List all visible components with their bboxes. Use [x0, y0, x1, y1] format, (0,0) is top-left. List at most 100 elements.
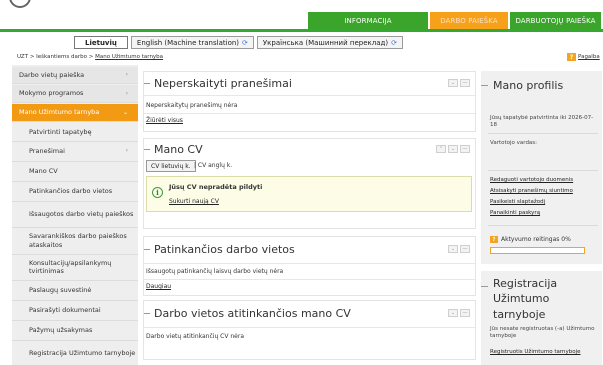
- more-link[interactable]: Daugiau: [146, 283, 171, 290]
- divider: [144, 263, 475, 264]
- machine-translation-icon: ⟳: [391, 38, 397, 47]
- sidebar-item-label: Darbo vietų paieška: [19, 70, 85, 79]
- cv-english-link[interactable]: | CV anglų k.: [194, 162, 232, 169]
- delete-account-link[interactable]: Panaikinti paskyrą: [490, 210, 540, 216]
- cv-alert: i Jūsų CV nepradėta pildyti Sukurti nauj…: [146, 176, 472, 212]
- sidebar-item-mokymo-programos[interactable]: Mokymo programos ›: [12, 85, 138, 103]
- tab-informacija[interactable]: INFORMACIJA: [308, 12, 428, 29]
- breadcrumb-level1[interactable]: Ieškantiems darbo: [36, 54, 87, 60]
- divider: [488, 170, 598, 171]
- panel-dash: [144, 248, 150, 250]
- breadcrumb-separator: >: [29, 54, 35, 60]
- sidebar-item-savarankiskos-ataskaitos[interactable]: Savarankiškos darbo paieškos ataskaitos: [12, 228, 138, 253]
- panel-controls: ⌄ —: [448, 245, 470, 253]
- help-label[interactable]: Pagalba: [578, 54, 600, 60]
- panel-dash: [144, 148, 150, 150]
- sidebar-item-label: Mano CV: [29, 166, 58, 175]
- breadcrumb-root[interactable]: UZT: [17, 54, 28, 60]
- unsubscribe-link[interactable]: Atsisakyti pranešimų siuntimo: [490, 188, 573, 194]
- empty-message: Neperskaitytų pranešimų nėra: [146, 102, 238, 109]
- panel-controls: ⌃ ⌄ —: [436, 145, 470, 153]
- sidebar-item-konsultaciju-tvirtinimas[interactable]: Konsultacijų/apsilankymų tvirtinimas: [12, 255, 138, 279]
- collapse-button[interactable]: ⌄: [448, 309, 458, 317]
- panel-header: Patinkančios darbo vietos ⌄ —: [144, 237, 475, 261]
- sidebar-item-patvirtinti-tapatybe[interactable]: Patvirtinti tapatybę: [12, 124, 138, 140]
- tab-darbuotoju-paieska[interactable]: DARBUOTOJŲ PAIEŠKA: [510, 12, 601, 29]
- collapse-button[interactable]: ⌄: [448, 245, 458, 253]
- sidebar-item-label: Mano Užimtumo tarnyba: [19, 108, 100, 117]
- panel-title: Registracija Užimtumo tarnyboje: [493, 277, 558, 321]
- edit-user-link[interactable]: Redaguoti vartotojo duomenis: [490, 177, 573, 183]
- panel-header: Mano profilis: [481, 71, 602, 99]
- register-link[interactable]: Registruotis Užimtumo tarnyboje: [490, 349, 581, 355]
- rating-label: Aktyvumo reitingas 0%: [501, 236, 571, 243]
- messages-panel: Neperskaityti pranešimai ⌄ — Neperskaity…: [143, 71, 476, 132]
- language-uk-button[interactable]: Українська (Машинний переклад) ⟳: [256, 36, 403, 49]
- panel-title: Patinkančios darbo vietos: [154, 242, 295, 256]
- divider: [144, 279, 475, 280]
- sidebar-item-issaugotos-paieskos[interactable]: Išsaugotos darbo vietų paieškos: [12, 202, 138, 226]
- sidebar-item-patinkancios-darbo-vietos[interactable]: Patinkančios darbo vietos: [12, 182, 138, 200]
- sidebar-item-label: Konsultacijų/apsilankymų tvirtinimas: [29, 258, 112, 275]
- close-button[interactable]: —: [460, 309, 470, 317]
- chevron-down-icon: ⌄: [122, 108, 128, 116]
- sidebar-item-label: Pažymų užsakymas: [29, 325, 93, 334]
- sidebar-item-paslaugu-suvestine[interactable]: Paslaugų suvestinė: [12, 281, 138, 299]
- breadcrumb: UZT > Ieškantiems darbo > Mano Užimtumo …: [17, 54, 163, 60]
- cv-panel: Mano CV ⌃ ⌄ — CV lietuvių k. | CV anglų …: [143, 138, 476, 229]
- divider: [144, 327, 475, 328]
- panel-header: Neperskaityti pranešimai ⌄ —: [144, 72, 475, 94]
- rating-progress-bar: [490, 247, 585, 254]
- panel-dash: [481, 286, 488, 287]
- language-en-button[interactable]: English (Machine translation) ⟳: [130, 36, 254, 49]
- activity-rating: ? Aktyvumo reitingas 0%: [490, 236, 571, 243]
- sidebar-item-darbo-vietu-paieska[interactable]: Darbo vietų paieška ›: [12, 67, 138, 84]
- help-icon: ?: [567, 53, 576, 61]
- sidebar-item-label: Pasirašyti dokumentai: [29, 305, 101, 314]
- registration-panel: Registracija Užimtumo tarnyboje Jūs nesa…: [481, 271, 602, 365]
- create-cv-link[interactable]: Sukurti naują CV: [169, 198, 219, 205]
- sidebar-item-label: Pranešimai: [29, 146, 65, 155]
- info-icon: i: [152, 187, 163, 198]
- profile-panel: Mano profilis Jūsų tapatybė patvirtinta …: [481, 71, 602, 264]
- close-button[interactable]: —: [460, 245, 470, 253]
- panel-title: Darbo vietos atitinkančios mano CV: [154, 306, 351, 320]
- identity-text: Jūsų tapatybė patvirtinta iki 2026-07-18: [490, 115, 594, 129]
- panel-header: Registracija Užimtumo tarnyboje: [481, 276, 602, 321]
- username-label: Vartotojo vardas:: [490, 140, 538, 146]
- change-password-link[interactable]: Pasikeisti slaptažodį: [490, 199, 545, 205]
- language-label: Українська (Машинний переклад): [262, 38, 389, 47]
- close-button[interactable]: —: [460, 145, 470, 153]
- sidebar-item-label: Išsaugotos darbo vietų paieškos: [29, 209, 134, 218]
- sidebar-item-registracija[interactable]: Registracija Užimtumo tarnyboje: [12, 341, 138, 365]
- sidebar-item-pazymu-uzsakymas[interactable]: Pažymų užsakymas: [12, 321, 138, 339]
- collapse-button[interactable]: ⌄: [448, 145, 458, 153]
- panel-title: Neperskaityti pranešimai: [154, 76, 292, 90]
- tab-darbo-paieska[interactable]: DARBO PAIEŠKA: [430, 12, 508, 29]
- breadcrumb-separator: >: [88, 54, 94, 60]
- sidebar-item-pranesimai[interactable]: Pranešimai ›: [12, 142, 138, 160]
- sidebar-item-label: Paslaugų suvestinė: [29, 285, 92, 294]
- collapse-button[interactable]: ⌄: [448, 79, 458, 87]
- breadcrumb-current[interactable]: Mano Užimtumo tarnyba: [95, 54, 163, 60]
- panel-title: Mano CV: [154, 142, 203, 156]
- logo[interactable]: [9, 0, 31, 8]
- registration-text: Jūs nesate registruotas (-a) Užimtumo ta…: [490, 326, 595, 340]
- sidebar-item-mano-cv[interactable]: Mano CV: [12, 162, 138, 180]
- header-divider: [0, 29, 603, 32]
- cv-lithuanian-button[interactable]: CV lietuvių k.: [146, 160, 196, 172]
- chevron-right-icon: ›: [125, 71, 128, 79]
- panel-controls: ⌄ —: [448, 79, 470, 87]
- help-link[interactable]: ? Pagalba: [567, 53, 600, 61]
- language-label: Lietuvių: [85, 38, 117, 47]
- sidebar-item-pasirasyti-dokumentai[interactable]: Pasirašyti dokumentai: [12, 301, 138, 319]
- sidebar-item-mano-uzimtumo-tarnyba[interactable]: Mano Užimtumo tarnyba ⌄: [12, 104, 138, 122]
- language-lt-button[interactable]: Lietuvių: [74, 36, 128, 49]
- panel-header: Mano CV ⌃ ⌄ —: [144, 139, 475, 159]
- help-icon: ?: [490, 236, 498, 243]
- sidebar-item-label: Savarankiškos darbo paieškos ataskaitos: [29, 232, 127, 249]
- view-all-link[interactable]: Žiūrėti visus: [146, 117, 183, 124]
- expand-button[interactable]: ⌃: [436, 145, 446, 153]
- close-button[interactable]: —: [460, 79, 470, 87]
- machine-translation-icon: ⟳: [242, 38, 248, 47]
